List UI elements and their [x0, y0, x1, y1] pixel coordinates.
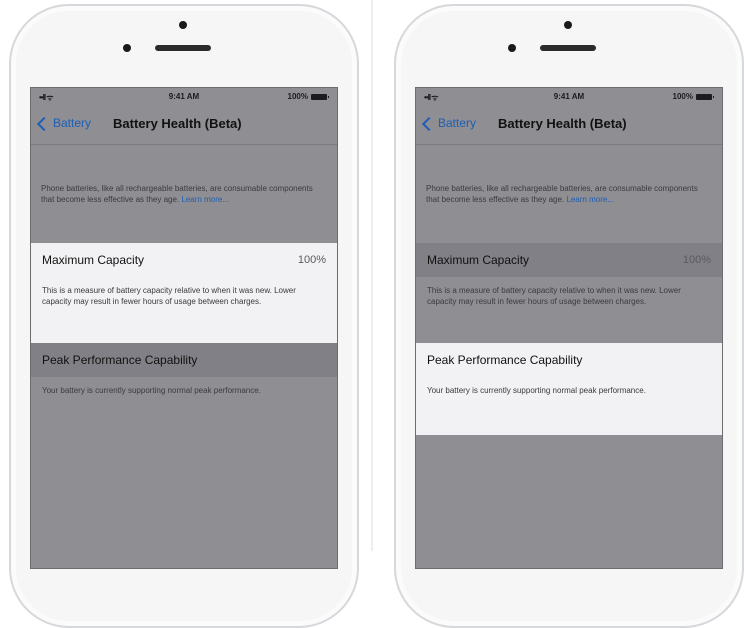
peak-performance-description: Your battery is currently supporting nor… [42, 386, 261, 395]
maximum-capacity-row: Maximum Capacity 100% [31, 243, 337, 277]
screen: ••ll ᯤ 9:41 AM 100% Battery Battery Heal… [415, 87, 723, 569]
peak-performance-row: Peak Performance Capability [31, 343, 337, 377]
intro-text: Phone batteries, like all rechargeable b… [416, 145, 722, 243]
battery-full-icon [696, 93, 714, 100]
intro-body: Phone batteries, like all rechargeable b… [426, 184, 698, 204]
maximum-capacity-value: 100% [682, 254, 711, 266]
status-battery: 100% [672, 92, 714, 101]
earpiece-speaker [540, 45, 596, 51]
peak-performance-label: Peak Performance Capability [42, 353, 198, 367]
battery-percent: 100% [287, 92, 308, 101]
navigation-bar: Battery Battery Health (Beta) [31, 106, 337, 145]
maximum-capacity-label: Maximum Capacity [42, 253, 145, 267]
chevron-left-icon [421, 116, 437, 131]
status-bar: ••ll ᯤ 9:41 AM 100% [416, 88, 722, 106]
learn-more-link[interactable]: Learn more... [181, 195, 229, 204]
intro-text: Phone batteries, like all rechargeable b… [31, 145, 337, 243]
peak-performance-label: Peak Performance Capability [427, 353, 583, 367]
battery-full-icon [311, 93, 329, 100]
iphone-right: ••ll ᯤ 9:41 AM 100% Battery Battery Heal… [394, 4, 744, 628]
maximum-capacity-description: This is a measure of battery capacity re… [427, 286, 681, 306]
status-battery: 100% [287, 92, 329, 101]
maximum-capacity-row: Maximum Capacity 100% [416, 243, 722, 277]
image-divider [371, 0, 373, 551]
navigation-bar: Battery Battery Health (Beta) [416, 106, 722, 145]
proximity-sensor [123, 44, 131, 52]
learn-more-link[interactable]: Learn more... [566, 195, 614, 204]
front-camera [564, 21, 572, 29]
back-label: Battery [438, 116, 477, 130]
battery-percent: 100% [672, 92, 693, 101]
back-label: Battery [53, 116, 92, 130]
page-title: Battery Health (Beta) [498, 116, 627, 131]
screen: ••ll ᯤ 9:41 AM 100% Battery Battery Heal… [30, 87, 338, 569]
back-button[interactable]: Battery [421, 116, 477, 131]
status-bar: ••ll ᯤ 9:41 AM 100% [31, 88, 337, 106]
intro-body: Phone batteries, like all rechargeable b… [41, 184, 313, 204]
front-camera [179, 21, 187, 29]
maximum-capacity-description: This is a measure of battery capacity re… [31, 277, 337, 343]
iphone-left: ••ll ᯤ 9:41 AM 100% Battery Battery Heal… [9, 4, 359, 628]
peak-performance-description: Your battery is currently supporting nor… [416, 377, 722, 435]
chevron-left-icon [36, 116, 52, 131]
maximum-capacity-value: 100% [297, 254, 326, 266]
back-button[interactable]: Battery [36, 116, 92, 131]
earpiece-speaker [155, 45, 211, 51]
proximity-sensor [508, 44, 516, 52]
peak-performance-row: Peak Performance Capability [416, 343, 722, 377]
page-title: Battery Health (Beta) [113, 116, 242, 131]
maximum-capacity-label: Maximum Capacity [427, 253, 530, 267]
